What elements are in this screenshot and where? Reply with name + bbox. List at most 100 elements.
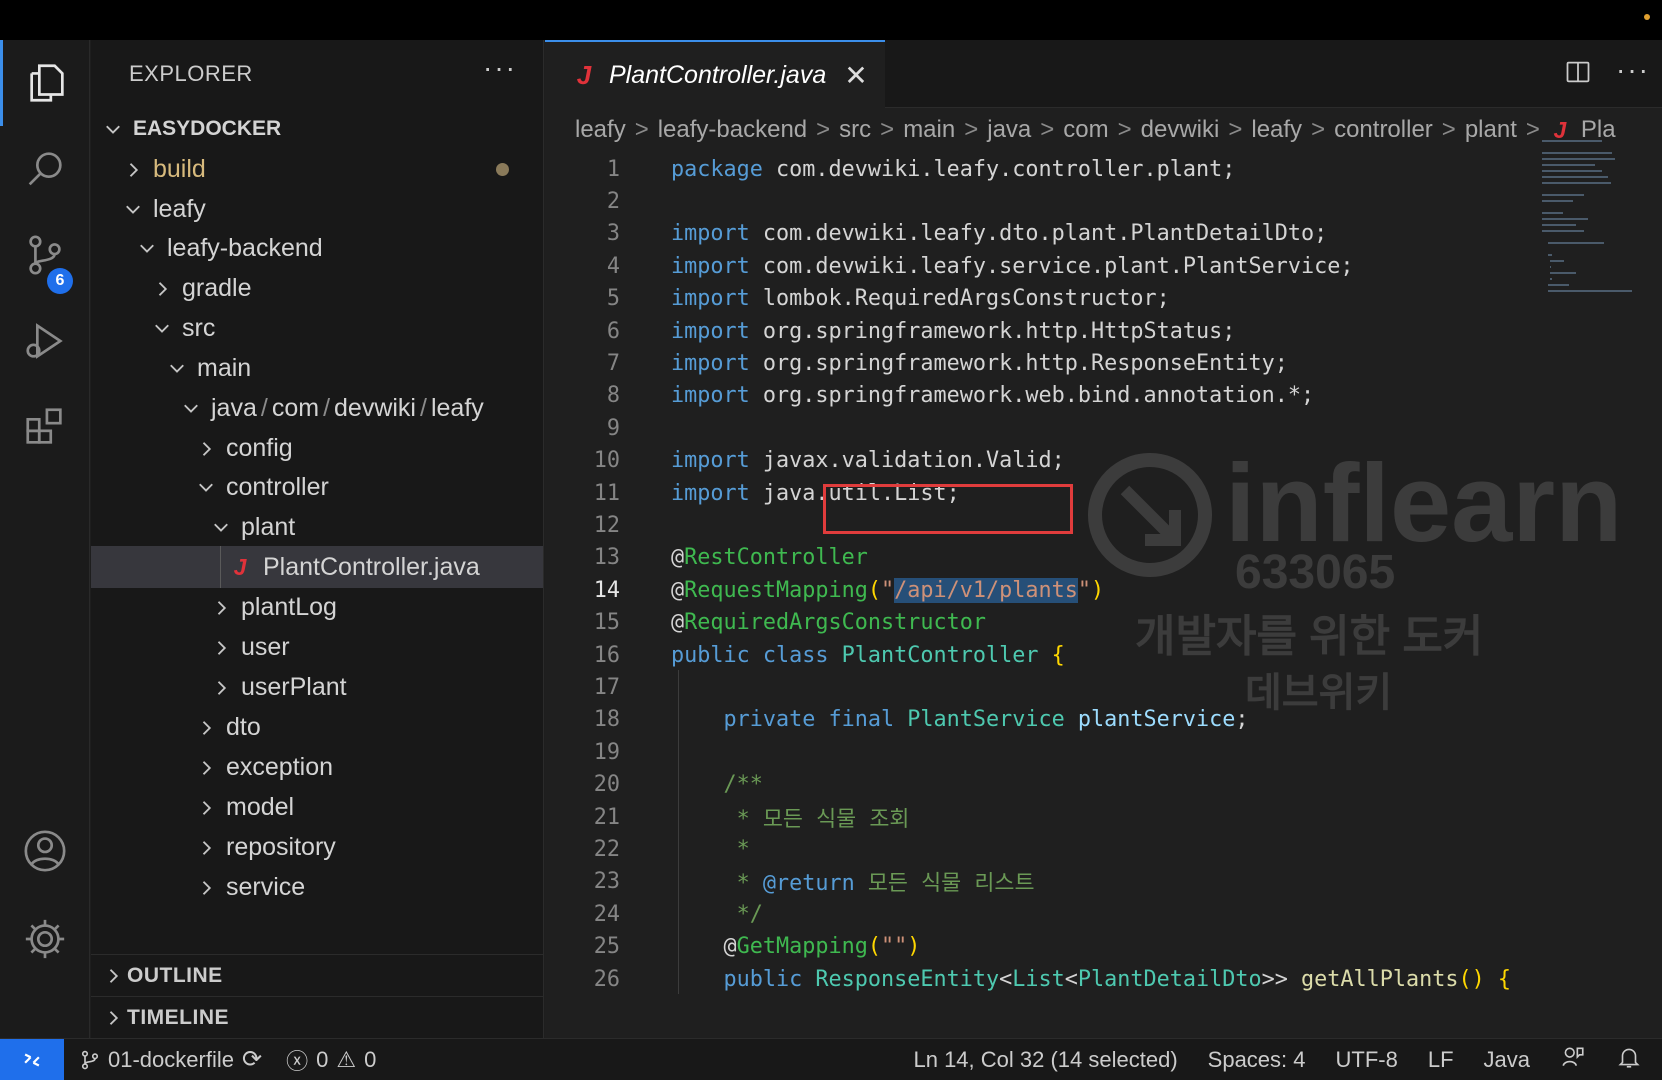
language-mode[interactable]: Java — [1484, 1047, 1530, 1073]
tab-plantcontroller[interactable]: J PlantController.java ✕ — [545, 40, 885, 108]
indent-guide — [678, 670, 679, 995]
code-text: private final PlantService plantService; — [723, 707, 1249, 733]
minimap-line — [1542, 218, 1589, 220]
breadcrumb-item[interactable]: leafy-backend — [658, 116, 807, 144]
code-line[interactable]: 17 — [545, 670, 1545, 704]
code-line[interactable]: 9 — [545, 411, 1545, 445]
code-line[interactable]: 26 public ResponseEntity<List<PlantDetai… — [545, 962, 1545, 996]
settings-gear-icon[interactable] — [0, 896, 90, 982]
git-branch[interactable]: 01-dockerfile ⟳ — [80, 1045, 262, 1074]
notifications-bell-icon[interactable] — [1616, 1044, 1642, 1076]
breadcrumb-item[interactable]: controller — [1334, 116, 1433, 144]
path-segment: com — [271, 393, 320, 422]
tree-item-plantcontroller-file[interactable]: J PlantController.java — [91, 546, 543, 588]
tree-item-model[interactable]: model — [91, 786, 543, 828]
cursor-position[interactable]: Ln 14, Col 32 (14 selected) — [913, 1047, 1177, 1073]
tree-item-userplant[interactable]: userPlant — [91, 666, 543, 708]
code-line[interactable]: 23 * @return 모든 식물 리스트 — [545, 865, 1545, 899]
tree-item-build[interactable]: build — [91, 148, 543, 190]
code-line[interactable]: 19 — [545, 735, 1545, 769]
chevron-right-icon — [192, 716, 220, 737]
tree-item-repository[interactable]: repository — [91, 826, 543, 868]
sync-icon[interactable]: ⟳ — [242, 1045, 262, 1074]
code-line[interactable]: 13 @RestController — [545, 541, 1545, 575]
code-line[interactable]: 24 */ — [545, 897, 1545, 931]
title-bar — [0, 0, 1662, 40]
code-line[interactable]: 25 @GetMapping("") — [545, 930, 1545, 964]
minimap[interactable] — [1542, 140, 1662, 440]
search-icon[interactable] — [0, 126, 90, 212]
code-line[interactable]: 21 * 모든 식물 조회 — [545, 800, 1545, 834]
breadcrumb-item[interactable]: leafy — [575, 116, 626, 144]
indentation[interactable]: Spaces: 4 — [1208, 1047, 1306, 1073]
line-number: 22 — [593, 836, 620, 862]
tree-item-leafy-backend[interactable]: leafy-backend — [91, 227, 543, 269]
code-line[interactable]: 15 @RequiredArgsConstructor — [545, 606, 1545, 640]
tab-bar: J PlantController.java ✕ ··· — [545, 40, 1662, 108]
breadcrumb-separator: > — [816, 116, 831, 143]
breadcrumb-item[interactable]: com — [1063, 116, 1108, 144]
tree-item-plant[interactable]: plant — [91, 506, 543, 548]
explorer-icon[interactable] — [0, 40, 90, 126]
code-line[interactable]: 16 public class PlantController { — [545, 638, 1545, 672]
source-control-icon[interactable]: 6 — [0, 212, 90, 298]
close-icon[interactable]: ✕ — [844, 59, 867, 92]
outline-section[interactable]: OUTLINE — [91, 954, 543, 996]
code-line[interactable]: 7 import org.springframework.http.Respons… — [545, 346, 1545, 380]
breadcrumb-item[interactable]: leafy — [1251, 116, 1302, 144]
code-text: import org.springframework.web.bind.anno… — [671, 383, 1315, 409]
breadcrumb-item[interactable]: plant — [1465, 116, 1517, 144]
code-line[interactable]: 6 import org.springframework.http.HttpSta… — [545, 314, 1545, 348]
extensions-icon[interactable] — [0, 384, 90, 470]
tree-item-java-package[interactable]: java / com / devwiki / leafy — [91, 387, 543, 429]
tree-item-controller[interactable]: controller — [91, 466, 543, 508]
breadcrumb-item[interactable]: main — [903, 116, 955, 144]
code-line[interactable]: 22 * — [545, 832, 1545, 866]
breadcrumb-separator: > — [1040, 116, 1055, 143]
run-debug-icon[interactable] — [0, 298, 90, 384]
chevron-down-icon — [163, 357, 191, 378]
tree-item-exception[interactable]: exception — [91, 746, 543, 788]
tree-item-service[interactable]: service — [91, 866, 543, 908]
code-line[interactable]: 18 private final PlantService plantServi… — [545, 703, 1545, 737]
problems-indicator[interactable]: ⓧ 0 ⚠ 0 — [286, 1044, 376, 1076]
java-file-icon: J — [233, 553, 247, 580]
tree-item-user[interactable]: user — [91, 626, 543, 668]
tree-item-config[interactable]: config — [91, 427, 543, 469]
code-line[interactable]: 20 /** — [545, 768, 1545, 802]
code-line[interactable]: 2 — [545, 184, 1545, 218]
code-line[interactable]: 5 import lombok.RequiredArgsConstructor; — [545, 282, 1545, 316]
tree-item-main[interactable]: main — [91, 347, 543, 389]
editor-more-button[interactable]: ··· — [1616, 54, 1650, 86]
breadcrumb-item[interactable]: devwiki — [1141, 116, 1220, 144]
tree-item-gradle[interactable]: gradle — [91, 267, 543, 309]
remote-indicator-icon[interactable] — [0, 1038, 64, 1080]
minimap-line — [1542, 140, 1603, 142]
encoding[interactable]: UTF-8 — [1336, 1047, 1398, 1073]
code-line[interactable]: 14 @RequestMapping("/api/v1/plants") — [545, 573, 1545, 607]
line-number: 7 — [606, 350, 620, 376]
breadcrumb-item[interactable]: java — [987, 116, 1031, 144]
breadcrumb-item[interactable]: src — [839, 116, 871, 144]
split-editor-icon[interactable] — [1564, 58, 1592, 91]
feedback-icon[interactable] — [1560, 1044, 1586, 1076]
account-icon[interactable] — [0, 808, 90, 894]
tree-item-dto[interactable]: dto — [91, 706, 543, 748]
status-bar: 01-dockerfile ⟳ ⓧ 0 ⚠ 0 Ln 14, Col 32 (1… — [0, 1038, 1662, 1080]
code-line[interactable]: 3 import com.devwiki.leafy.dto.plant.Plan… — [545, 217, 1545, 251]
code-line[interactable]: 8 import org.springframework.web.bind.ann… — [545, 379, 1545, 413]
line-ending[interactable]: LF — [1428, 1047, 1454, 1073]
modified-dot — [496, 163, 509, 176]
code-line[interactable]: 1 package com.devwiki.leafy.controller.pl… — [545, 152, 1545, 186]
tree-item-src[interactable]: src — [91, 307, 543, 349]
tree-item-plantlog[interactable]: plantLog — [91, 586, 543, 628]
explorer-more-button[interactable]: ··· — [483, 52, 517, 84]
minimap-line — [1542, 224, 1576, 226]
workspace-root[interactable]: EASYDOCKER — [91, 108, 543, 150]
code-editor[interactable]: 1 package com.devwiki.leafy.controller.pl… — [545, 152, 1545, 1038]
code-text: import com.devwiki.leafy.service.plant.P… — [671, 253, 1354, 279]
code-line[interactable]: 4 import com.devwiki.leafy.service.plant.… — [545, 249, 1545, 283]
tree-item-leafy[interactable]: leafy — [91, 188, 543, 230]
timeline-section[interactable]: TIMELINE — [91, 996, 543, 1038]
code-line[interactable]: 10 import javax.validation.Valid; — [545, 444, 1545, 478]
